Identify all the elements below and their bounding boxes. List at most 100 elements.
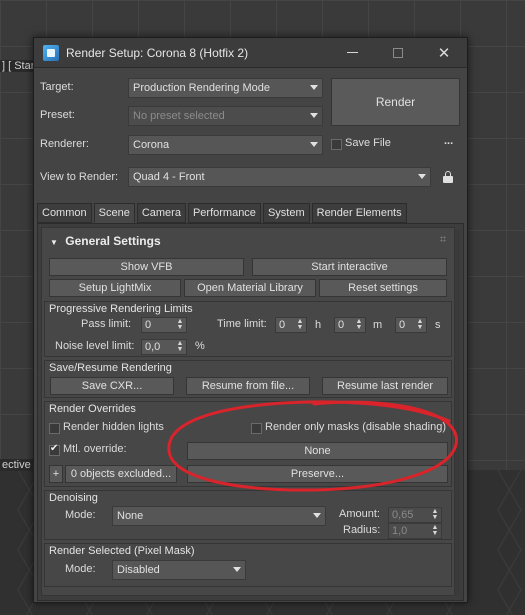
- tab-system[interactable]: System: [262, 203, 310, 223]
- render-only-masks-checkbox[interactable]: [251, 423, 262, 434]
- minimize-icon: [346, 52, 358, 53]
- amount-label: Amount:: [339, 508, 380, 520]
- save-file-checkbox[interactable]: [331, 139, 342, 150]
- grip-icon[interactable]: [440, 236, 446, 242]
- dialog-body: Target: Production Rendering Mode Preset…: [34, 69, 467, 602]
- mtl-override-material-button[interactable]: None: [187, 442, 448, 460]
- save-cxr-button[interactable]: Save CXR...: [50, 377, 174, 395]
- preset-placeholder: No preset selected: [133, 110, 225, 122]
- hours-unit: h: [315, 319, 322, 331]
- maximize-icon: [393, 47, 403, 58]
- maximize-button[interactable]: [375, 38, 421, 68]
- progressive-title: Progressive Rendering Limits: [49, 303, 193, 315]
- show-vfb-button[interactable]: Show VFB: [49, 258, 244, 276]
- spinner-arrows-icon[interactable]: ▲ ▼: [431, 524, 439, 537]
- radius-label: Radius:: [343, 524, 381, 536]
- render-selected-mode-value: Disabled: [117, 564, 160, 576]
- close-icon: ✕: [437, 44, 451, 62]
- general-settings-label: General Settings: [65, 234, 161, 248]
- chevron-down-icon: [310, 113, 318, 118]
- spinner-arrows-icon[interactable]: ▲ ▼: [296, 318, 304, 331]
- spinner-arrows-icon[interactable]: ▲ ▼: [176, 340, 184, 353]
- pass-limit-value: 0: [145, 319, 152, 331]
- save-file-browse-button[interactable]: ...: [444, 135, 453, 147]
- resume-last-render-button[interactable]: Resume last render: [322, 377, 448, 395]
- pass-limit-label: Pass limit:: [81, 318, 132, 330]
- target-value: Production Rendering Mode: [133, 82, 270, 94]
- add-exclusion-button[interactable]: +: [49, 465, 63, 483]
- denoising-mode-dropdown[interactable]: None: [112, 506, 326, 526]
- setup-lightmix-button[interactable]: Setup LightMix: [49, 279, 181, 297]
- seconds-unit: s: [435, 319, 441, 331]
- minimize-button[interactable]: [329, 38, 375, 68]
- title-bar[interactable]: Render Setup: Corona 8 (Hotfix 2) ✕: [34, 38, 467, 68]
- spinner-arrows-icon[interactable]: ▲ ▼: [176, 318, 184, 331]
- progressive-rendering-group: Progressive Rendering Limits Pass limit:…: [44, 301, 452, 357]
- window-title: Render Setup: Corona 8 (Hotfix 2): [66, 45, 249, 60]
- renderer-label: Renderer:: [40, 138, 89, 150]
- open-material-library-button[interactable]: Open Material Library: [184, 279, 316, 297]
- general-settings-title[interactable]: ▼ General Settings: [50, 234, 161, 248]
- noise-limit-spinner[interactable]: 0,0 ▲ ▼: [141, 339, 187, 355]
- time-hours-spinner[interactable]: 0 ▲ ▼: [275, 317, 307, 333]
- time-minutes-value: 0: [338, 319, 345, 331]
- reset-settings-button[interactable]: Reset settings: [319, 279, 447, 297]
- preset-label: Preset:: [40, 109, 75, 121]
- spinner-arrows-icon[interactable]: ▲ ▼: [416, 318, 424, 331]
- view-to-render-label: View to Render:: [40, 171, 119, 183]
- denoising-mode-label: Mode:: [65, 509, 96, 521]
- render-selected-group: Render Selected (Pixel Mask) Mode: Disab…: [44, 543, 452, 587]
- denoising-group: Denoising Mode: None Amount: 0,65 ▲ ▼ Rad…: [44, 490, 452, 540]
- time-minutes-spinner[interactable]: 0 ▲ ▼: [334, 317, 366, 333]
- time-limit-label: Time limit:: [217, 318, 267, 330]
- tab-camera[interactable]: Camera: [136, 203, 186, 223]
- chevron-down-icon: [418, 174, 426, 179]
- noise-limit-label: Noise level limit:: [55, 340, 135, 352]
- target-dropdown[interactable]: Production Rendering Mode: [128, 78, 323, 98]
- tab-content-panel: ▼ General Settings Show VFB Start intera…: [37, 223, 464, 601]
- lock-icon[interactable]: [443, 171, 453, 183]
- noise-unit: %: [195, 340, 205, 352]
- tab-bar: Common Scene Camera Performance System R…: [37, 203, 409, 223]
- render-button[interactable]: Render: [331, 78, 460, 126]
- mtl-override-checkbox[interactable]: [49, 443, 60, 456]
- objects-excluded-button[interactable]: 0 objects excluded...: [65, 465, 177, 483]
- render-hidden-lights-checkbox[interactable]: [49, 423, 60, 434]
- spinner-arrows-icon[interactable]: ▲ ▼: [431, 508, 439, 521]
- collapse-icon: ▼: [50, 238, 58, 247]
- render-hidden-lights-label: Render hidden lights: [63, 421, 164, 433]
- chevron-down-icon: [310, 142, 318, 147]
- render-setup-window: Render Setup: Corona 8 (Hotfix 2) ✕ Targ…: [33, 37, 468, 603]
- spinner-arrows-icon[interactable]: ▲ ▼: [355, 318, 363, 331]
- radius-spinner[interactable]: 1,0 ▲ ▼: [388, 523, 442, 539]
- view-to-render-value: Quad 4 - Front: [133, 171, 205, 183]
- close-button[interactable]: ✕: [421, 38, 467, 68]
- preset-dropdown[interactable]: No preset selected: [128, 106, 323, 126]
- preserve-button[interactable]: Preserve...: [187, 465, 448, 483]
- chevron-down-icon: [233, 567, 241, 572]
- render-selected-title: Render Selected (Pixel Mask): [49, 545, 195, 557]
- tab-common[interactable]: Common: [37, 203, 92, 223]
- denoising-title: Denoising: [49, 492, 98, 504]
- view-to-render-dropdown[interactable]: Quad 4 - Front: [128, 167, 431, 187]
- amount-spinner[interactable]: 0,65 ▲ ▼: [388, 507, 442, 523]
- save-file-label: Save File: [345, 137, 391, 149]
- chevron-down-icon: [313, 513, 321, 518]
- mtl-override-label: Mtl. override:: [63, 443, 127, 455]
- tab-performance[interactable]: Performance: [187, 203, 261, 223]
- chevron-down-icon: [310, 85, 318, 90]
- minutes-unit: m: [373, 319, 383, 331]
- tab-scene[interactable]: Scene: [93, 203, 135, 223]
- render-selected-mode-dropdown[interactable]: Disabled: [112, 560, 246, 580]
- amount-value: 0,65: [392, 509, 414, 521]
- resume-from-file-button[interactable]: Resume from file...: [186, 377, 310, 395]
- renderer-dropdown[interactable]: Corona: [128, 135, 323, 155]
- save-resume-group: Save/Resume Rendering Save CXR... Resume…: [44, 360, 452, 398]
- renderer-value: Corona: [133, 139, 170, 151]
- start-interactive-button[interactable]: Start interactive: [252, 258, 447, 276]
- tab-render-elements[interactable]: Render Elements: [311, 203, 407, 223]
- time-seconds-spinner[interactable]: 0 ▲ ▼: [395, 317, 427, 333]
- denoising-mode-value: None: [117, 510, 144, 522]
- general-settings-rollout: ▼ General Settings Show VFB Start intera…: [41, 227, 455, 596]
- pass-limit-spinner[interactable]: 0 ▲ ▼: [141, 317, 187, 333]
